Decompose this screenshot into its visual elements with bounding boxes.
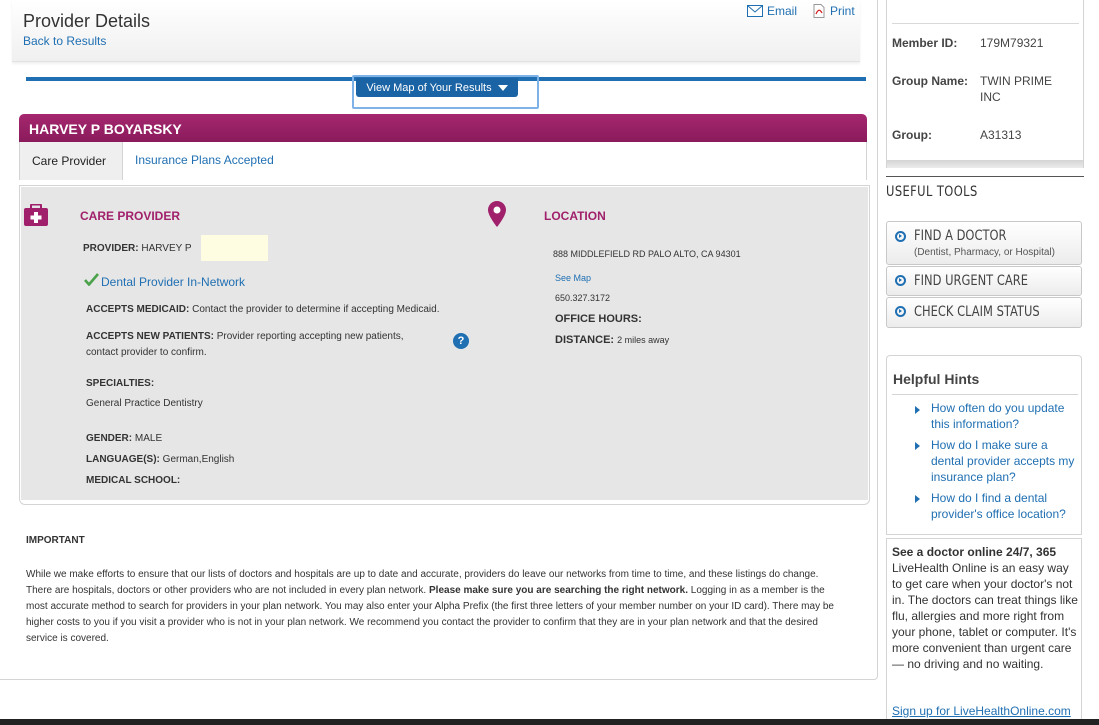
office-hours-label: OFFICE HOURS: [555,313,642,325]
new-patients-row: ACCEPTS NEW PATIENTS: Provider reporting… [86,329,446,361]
hint-link-update[interactable]: How often do you update this information… [931,400,1079,432]
group-value: A31313 [980,128,1022,142]
arrow-circle-icon [895,275,906,286]
language-value: German,English [162,454,235,465]
back-to-results-link[interactable]: Back to Results [23,34,106,48]
network-status-text: Dental Provider In-Network [101,275,246,289]
address: 888 MIDDLEFIELD RD PALO ALTO, CA 94301 [553,249,741,259]
livehealth-heading: See a doctor online 24/7, 365 [892,545,1057,559]
network-status: Dental Provider In-Network [101,274,245,290]
find-urgent-care-button[interactable]: FIND URGENT CARE [886,266,1082,296]
language-row: LANGUAGE(S): German,English [86,452,234,468]
new-patients-value-2: contact provider to confirm. [86,347,207,358]
livehealth-online-card: See a doctor online 24/7, 365 LiveHealth… [886,538,1082,725]
language-label: LANGUAGE(S): [86,454,160,465]
print-button[interactable]: Print [812,4,855,18]
member-id-value: 179M79321 [980,36,1044,50]
office-hours-row: OFFICE HOURS: [555,311,642,327]
caret-right-icon [915,406,920,414]
check-claim-status-label: CHECK CLAIM STATUS [914,304,1040,320]
tab-insurance-plans[interactable]: Insurance Plans Accepted [135,153,274,167]
view-map-label: View Map of Your Results [366,81,492,94]
pdf-icon [813,4,825,18]
check-claim-status-button[interactable]: CHECK CLAIM STATUS [886,297,1082,328]
helpful-hints-heading: Helpful Hints [893,371,980,387]
arrow-circle-icon [895,231,906,242]
help-question-icon[interactable]: ? [453,333,469,349]
view-map-button[interactable]: View Map of Your Results [356,78,518,97]
phone-number: 650.327.3172 [555,293,611,303]
member-id-label: Member ID: [892,36,958,50]
page-header: Provider Details Back to Results Email P… [12,0,860,62]
new-patients-label: ACCEPTS NEW PATIENTS: [86,331,214,342]
email-label: Email [767,4,798,18]
distance-row: DISTANCE: 2 miles away [555,332,669,348]
new-patients-value: Provider reporting accepting new patient… [216,331,404,342]
find-doctor-sub: (Dentist, Pharmacy, or Hospital) [914,247,1055,258]
arrow-circle-icon [895,306,906,317]
helpful-hints-card: Helpful Hints How often do you update th… [886,355,1082,535]
tools-divider [886,176,1084,177]
group-name-value: TWIN PRIME INC [980,74,1052,104]
location-pin-icon [488,201,506,227]
checkmark-icon [84,273,99,286]
distance-value: 2 miles away [617,335,670,345]
hint-link-location[interactable]: How do I find a dental provider's office… [931,490,1079,522]
livehealth-signup-link[interactable]: Sign up for LiveHealthOnline.com [892,704,1071,718]
important-disclaimer: While we make efforts to ensure that our… [26,567,846,647]
important-heading: IMPORTANT [26,535,85,546]
provider-value: HARVEY P [141,243,192,254]
tab-care-provider[interactable]: Care Provider [20,142,123,180]
find-doctor-button[interactable]: FIND A DOCTOR (Dentist, Pharmacy, or Hos… [886,221,1082,265]
window-bottom-edge [0,719,1099,725]
envelope-icon [747,5,763,17]
medicaid-value: Contact the provider to determine if acc… [192,304,440,315]
print-label: Print [830,4,855,18]
main-content: Provider Details Back to Results Email P… [0,0,878,680]
provider-name-bar: HARVEY P BOYARSKY [19,114,867,142]
medical-school-row: MEDICAL SCHOOL: [86,473,180,489]
provider-tabs: Care Provider Insurance Plans Accepted [19,142,867,180]
medicaid-label: ACCEPTS MEDICAID: [86,304,190,315]
provider-label: PROVIDER: [83,243,139,254]
gender-value: MALE [134,433,163,444]
hint-link-network[interactable]: How do I make sure a dental provider acc… [931,437,1079,485]
page-title: Provider Details [23,11,151,31]
group-name-label: Group Name: [892,74,969,88]
livehealth-description: See a doctor online 24/7, 365 LiveHealth… [892,544,1078,672]
medicaid-row: ACCEPTS MEDICAID: Contact the provider t… [86,302,439,318]
caret-down-icon [497,84,508,91]
email-button[interactable]: Email [747,4,797,18]
caret-right-icon [915,495,920,503]
provider-row: PROVIDER: HARVEY P [83,241,192,257]
medical-school-label: MEDICAL SCHOOL: [86,475,181,486]
gender-row: GENDER: MALE [86,431,162,447]
distance-label: DISTANCE: [555,334,615,346]
caret-right-icon [915,442,920,450]
group-label: Group: [892,128,932,142]
member-info-card: Member ID: 179M79321 Group Name: TWIN PR… [886,0,1084,168]
livehealth-body: LiveHealth Online is an easy way to get … [892,561,1078,671]
specialties-label: SPECIALTIES: [86,378,155,389]
member-card-footer [887,160,1083,168]
first-aid-kit-icon [24,204,48,226]
care-provider-heading: CARE PROVIDER [80,209,181,223]
provider-name: HARVEY P BOYARSKY [29,121,182,137]
redacted-name-highlight [201,235,268,261]
member-card-divider [892,23,1079,24]
specialties-row: SPECIALTIES: [86,376,154,392]
specialties-value: General Practice Dentistry [86,398,203,409]
hints-divider [892,394,1078,395]
find-doctor-label: FIND A DOCTOR [914,228,1007,244]
location-heading: LOCATION [544,209,606,223]
disclaimer-bold: Please make sure you are searching the r… [429,585,688,596]
see-map-link[interactable]: See Map [555,270,591,286]
gender-label: GENDER: [86,433,133,444]
useful-tools-heading: USEFUL TOOLS [886,184,978,200]
find-urgent-care-label: FIND URGENT CARE [914,273,1028,289]
